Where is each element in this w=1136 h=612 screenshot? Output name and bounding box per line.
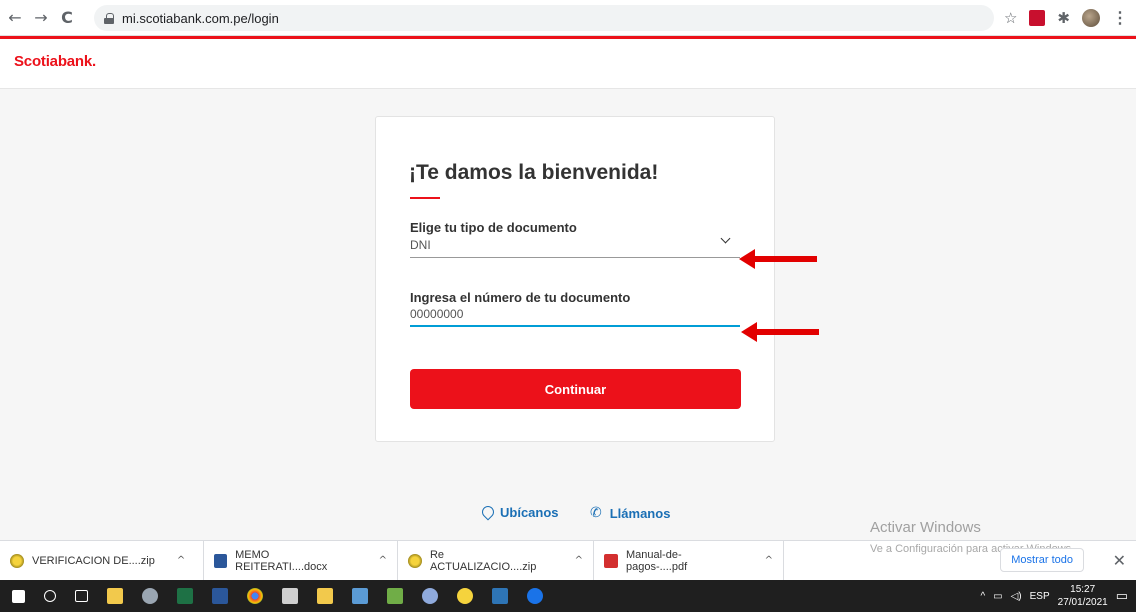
continue-button[interactable]: Continuar: [410, 369, 741, 409]
excel-icon[interactable]: [177, 588, 193, 604]
zip-file-icon: [10, 553, 24, 568]
zip-file-icon: [408, 553, 422, 568]
chevron-up-icon[interactable]: ^: [575, 555, 583, 566]
menu-icon[interactable]: ⋮: [1112, 8, 1128, 28]
doc-type-select[interactable]: DNI: [410, 238, 740, 252]
doc-number-label: Ingresa el número de tu documento: [410, 290, 631, 305]
app-icon[interactable]: [387, 588, 403, 604]
download-item[interactable]: MEMO REITERATI....docx ^: [204, 540, 398, 581]
notes-icon[interactable]: [317, 588, 333, 604]
locate-link-label: Ubícanos: [500, 505, 559, 520]
reload-icon[interactable]: C: [56, 8, 78, 27]
app-icon[interactable]: [142, 588, 158, 604]
browser-toolbar: ← → C mi.scotiabank.com.pe/login ☆ ✱ ⋮: [0, 0, 1136, 36]
clock-date: 27/01/2021: [1057, 597, 1108, 608]
browser-actions: ☆ ✱ ⋮: [1004, 8, 1128, 28]
address-bar[interactable]: mi.scotiabank.com.pe/login: [94, 5, 994, 31]
paint-icon[interactable]: [422, 588, 438, 604]
profile-avatar[interactable]: [1082, 9, 1100, 27]
forward-icon[interactable]: →: [30, 8, 52, 27]
login-card: ¡Te damos la bienvenida! Elige tu tipo d…: [375, 116, 775, 442]
word-icon[interactable]: [212, 588, 228, 604]
chevron-up-icon[interactable]: ^: [379, 555, 387, 566]
download-bar: VERIFICACION DE....zip ^ MEMO REITERATI.…: [0, 540, 1136, 581]
annotation-arrow-doc-type: [739, 249, 819, 269]
file-explorer-icon[interactable]: [107, 588, 123, 604]
volume-icon[interactable]: ◁): [1011, 591, 1022, 602]
download-item[interactable]: VERIFICACION DE....zip ^: [0, 540, 204, 581]
activate-windows-title: Activar Windows: [870, 519, 981, 536]
url-text: mi.scotiabank.com.pe/login: [122, 10, 279, 26]
doc-number-input[interactable]: 00000000: [410, 307, 740, 321]
system-clock[interactable]: 15:27 27/01/2021: [1058, 583, 1108, 609]
download-item[interactable]: Manual-de-pagos-....pdf ^: [594, 540, 784, 581]
pdf-file-icon: [604, 553, 618, 568]
call-link[interactable]: ✆ Llámanos: [590, 505, 670, 521]
call-link-label: Llámanos: [609, 505, 671, 521]
pdf-extension-icon[interactable]: [1029, 10, 1046, 26]
annotation-arrow-doc-number: [741, 322, 821, 342]
language-indicator[interactable]: ESP: [1030, 591, 1050, 602]
chevron-up-icon[interactable]: ^: [765, 555, 773, 566]
doc-type-underline: [410, 257, 740, 258]
windows-start-icon[interactable]: [12, 589, 25, 603]
chrome-icon[interactable]: [247, 588, 263, 604]
page-title: ¡Te damos la bienvenida!: [409, 161, 659, 184]
word-file-icon: [214, 553, 228, 568]
site-header: Scotiabank: [0, 39, 1136, 89]
download-item-name: Re ACTUALIZACIO....zip: [429, 548, 537, 573]
bookmark-star-icon[interactable]: ☆: [1004, 9, 1017, 27]
app-icon[interactable]: [457, 588, 473, 604]
download-item-name: Manual-de-pagos-....pdf: [625, 548, 688, 573]
search-icon[interactable]: [44, 590, 56, 602]
chevron-up-icon[interactable]: ^: [177, 555, 185, 566]
back-icon[interactable]: ←: [4, 8, 26, 27]
extensions-icon[interactable]: ✱: [1057, 9, 1070, 27]
title-accent-bar: [410, 197, 440, 199]
task-view-icon[interactable]: [75, 590, 88, 602]
close-icon[interactable]: ✕: [1113, 551, 1126, 571]
edge-icon[interactable]: [527, 588, 543, 604]
phone-icon: ✆: [590, 505, 602, 521]
network-icon[interactable]: ▭: [993, 591, 1002, 602]
doc-number-underline: [410, 325, 740, 327]
system-tray: ^ ▭ ◁) ESP 15:27 27/01/2021 ▭: [980, 580, 1128, 612]
notifications-icon[interactable]: ▭: [1116, 588, 1128, 604]
app-icon[interactable]: [352, 588, 368, 604]
location-pin-icon: [482, 506, 492, 519]
app-icon[interactable]: [492, 588, 508, 604]
show-all-downloads-button[interactable]: Mostrar todo: [1000, 548, 1084, 572]
clock-time: 15:27: [1070, 584, 1096, 595]
windows-taskbar: ^ ▭ ◁) ESP 15:27 27/01/2021 ▭: [0, 580, 1136, 612]
calculator-icon[interactable]: [282, 588, 298, 604]
locate-link[interactable]: Ubícanos: [482, 505, 559, 520]
lock-icon: [104, 12, 114, 24]
chevron-up-icon[interactable]: ^: [980, 591, 985, 602]
download-item-name: MEMO REITERATI....docx: [235, 548, 328, 573]
download-item[interactable]: Re ACTUALIZACIO....zip ^: [398, 540, 594, 581]
download-item-name: VERIFICACION DE....zip: [32, 554, 155, 567]
doc-type-label: Elige tu tipo de documento: [410, 220, 577, 235]
scotiabank-logo[interactable]: Scotiabank: [14, 53, 96, 70]
